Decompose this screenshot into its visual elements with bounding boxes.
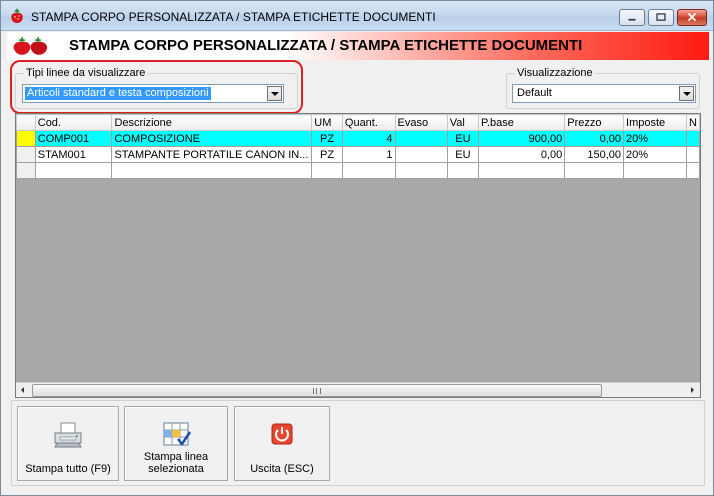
close-icon: [687, 12, 697, 22]
view-label: Visualizzazione: [515, 67, 595, 79]
row-indicator[interactable]: [16, 146, 36, 163]
cell-quant[interactable]: 1: [341, 146, 396, 163]
scroll-left-icon[interactable]: [16, 383, 31, 397]
print-all-button[interactable]: Stampa tutto (F9): [17, 406, 119, 481]
action-toolbar: Stampa tutto (F9) Stampa linea seleziona…: [11, 400, 705, 486]
cell-empty[interactable]: [564, 162, 625, 179]
column-header-descrizione[interactable]: Descrizione: [111, 114, 313, 131]
cell-cod[interactable]: COMP001: [34, 130, 113, 147]
table-row[interactable]: STAM001 STAMPANTE PORTATILE CANON IN... …: [16, 146, 700, 163]
table-row[interactable]: COMP001 COMPOSIZIONE PZ 4 EU 900,00 0,00…: [16, 130, 700, 147]
cell-quant[interactable]: 4: [341, 130, 396, 147]
column-header-val[interactable]: Val: [446, 114, 479, 131]
maximize-button[interactable]: [648, 9, 674, 26]
title-bar[interactable]: STAMPA CORPO PERSONALIZZATA / STAMPA ETI…: [1, 1, 713, 31]
table-header-row: Cod. Descrizione UM Quant. Evaso Val P.b…: [16, 114, 700, 131]
header-band: STAMPA CORPO PERSONALIZZATA / STAMPA ETI…: [7, 32, 709, 60]
view-select[interactable]: Default: [512, 84, 696, 103]
minimize-icon: [628, 18, 636, 21]
exit-label: Uscita (ESC): [250, 463, 314, 475]
cell-prezzo[interactable]: 0,00: [564, 130, 625, 147]
cell-empty[interactable]: [341, 162, 396, 179]
strawberries-logo-icon: [13, 36, 48, 55]
column-header-n[interactable]: N: [685, 114, 700, 131]
table-row-new[interactable]: [16, 162, 700, 179]
cell-val[interactable]: EU: [446, 146, 479, 163]
view-group: Visualizzazione Default: [506, 67, 700, 109]
header-title: STAMPA CORPO PERSONALIZZATA / STAMPA ETI…: [69, 37, 583, 54]
cell-empty[interactable]: [446, 162, 479, 179]
print-selected-label-line2: selezionata: [148, 463, 204, 475]
lines-table: Cod. Descrizione UM Quant. Evaso Val P.b…: [16, 114, 700, 179]
print-selected-label-line1: Stampa linea: [143, 451, 209, 463]
horizontal-scrollbar[interactable]: [16, 382, 700, 397]
cell-empty[interactable]: [111, 162, 313, 179]
cell-evaso[interactable]: [394, 146, 448, 163]
chevron-down-icon[interactable]: [679, 86, 694, 101]
cell-pbase[interactable]: 900,00: [477, 130, 566, 147]
exit-button[interactable]: Uscita (ESC): [234, 406, 330, 481]
power-off-icon: [271, 423, 293, 445]
cell-empty[interactable]: [477, 162, 566, 179]
print-selected-button[interactable]: Stampa linea selezionata: [124, 406, 228, 481]
strawberry-icon: [11, 8, 23, 23]
cell-descrizione[interactable]: COMPOSIZIONE: [111, 130, 313, 147]
view-value: Default: [517, 87, 552, 99]
lines-grid[interactable]: Cod. Descrizione UM Quant. Evaso Val P.b…: [15, 113, 701, 398]
cell-cod[interactable]: STAM001: [34, 146, 113, 163]
scroll-right-icon[interactable]: [685, 383, 700, 397]
window-title: STAMPA CORPO PERSONALIZZATA / STAMPA ETI…: [31, 10, 436, 24]
scroll-thumb[interactable]: [32, 384, 602, 397]
cell-empty[interactable]: [394, 162, 448, 179]
highlight-frame: [10, 60, 303, 114]
column-header-um[interactable]: UM: [311, 114, 343, 131]
cell-um[interactable]: PZ: [311, 130, 343, 147]
column-header-evaso[interactable]: Evaso: [394, 114, 448, 131]
column-header-imposte[interactable]: Imposte: [623, 114, 687, 131]
cell-descrizione[interactable]: STAMPANTE PORTATILE CANON IN...: [111, 146, 313, 163]
maximize-icon: [656, 13, 666, 21]
cell-empty[interactable]: [685, 162, 700, 179]
column-header-prezzo[interactable]: Prezzo: [564, 114, 625, 131]
cell-pbase[interactable]: 0,00: [477, 146, 566, 163]
close-button[interactable]: [677, 9, 707, 26]
cell-imposte[interactable]: 20%: [623, 130, 687, 147]
minimize-button[interactable]: [619, 9, 645, 26]
cell-um[interactable]: PZ: [311, 146, 343, 163]
cell-n[interactable]: [685, 146, 700, 163]
row-indicator-header: [16, 114, 36, 131]
cell-val[interactable]: EU: [446, 130, 479, 147]
print-all-label: Stampa tutto (F9): [25, 463, 111, 475]
column-header-quant[interactable]: Quant.: [341, 114, 396, 131]
cell-evaso[interactable]: [394, 130, 448, 147]
column-header-pbase[interactable]: P.base: [477, 114, 566, 131]
cell-empty[interactable]: [34, 162, 113, 179]
column-header-cod[interactable]: Cod.: [34, 114, 113, 131]
row-indicator[interactable]: [16, 162, 36, 179]
cell-empty[interactable]: [623, 162, 687, 179]
cell-empty[interactable]: [311, 162, 343, 179]
cell-prezzo[interactable]: 150,00: [564, 146, 625, 163]
grip-icon: [313, 388, 321, 394]
app-window: STAMPA CORPO PERSONALIZZATA / STAMPA ETI…: [0, 0, 714, 496]
row-indicator[interactable]: [16, 130, 36, 147]
checklist-grid-icon: [163, 422, 192, 447]
printer-icon: [54, 422, 82, 448]
cell-n[interactable]: [685, 130, 700, 147]
cell-imposte[interactable]: 20%: [623, 146, 687, 163]
